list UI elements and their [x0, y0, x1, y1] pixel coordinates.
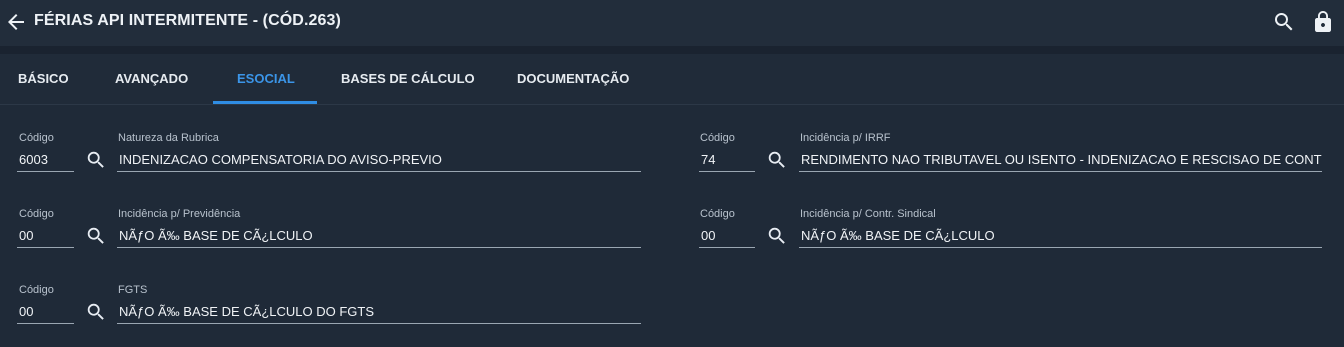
search-icon[interactable]	[1272, 10, 1296, 34]
natureza-desc-field[interactable]: INDENIZACAO COMPENSATORIA DO AVISO-PREVI…	[117, 150, 641, 172]
lock-icon[interactable]	[1311, 9, 1335, 35]
natureza-code-label: Código	[19, 132, 54, 144]
sindical-code-label: Código	[700, 208, 735, 220]
previdencia-code-field[interactable]: 00	[17, 226, 74, 248]
divider	[0, 46, 1344, 54]
natureza-search-icon[interactable]	[85, 149, 107, 171]
fgts-desc-label: FGTS	[118, 284, 148, 296]
tab-bases-de-calculo[interactable]: BASES DE CÁLCULO	[341, 54, 475, 104]
page-title: FÉRIAS API INTERMITENTE - (CÓD.263)	[34, 12, 341, 29]
irrf-search-icon[interactable]	[766, 149, 788, 171]
previdencia-desc-label: Incidência p/ Previdência	[118, 208, 241, 220]
tab-bar: BÁSICO AVANÇADO ESOCIAL BASES DE CÁLCULO…	[0, 54, 1344, 105]
natureza-code-field[interactable]: 6003	[17, 150, 74, 172]
sindical-code-field[interactable]: 00	[699, 226, 755, 248]
previdencia-search-icon[interactable]	[85, 225, 107, 247]
esocial-form: Código 6003 Natureza da Rubrica INDENIZA…	[0, 105, 1344, 347]
tab-avancado[interactable]: AVANÇADO	[115, 54, 188, 104]
sindical-desc-field[interactable]: NÃƒO Ã‰ BASE DE CÃ¿LCULO	[799, 226, 1322, 248]
fgts-desc-field[interactable]: NÃƒO Ã‰ BASE DE CÃ¿LCULO DO FGTS	[117, 302, 641, 324]
fgts-search-icon[interactable]	[85, 301, 107, 323]
previdencia-code-label: Código	[19, 208, 54, 220]
fgts-code-label: Código	[19, 284, 54, 296]
previdencia-desc-field[interactable]: NÃƒO Ã‰ BASE DE CÃ¿LCULO	[117, 226, 641, 248]
natureza-desc-label: Natureza da Rubrica	[118, 132, 219, 144]
tab-basico[interactable]: BÁSICO	[18, 54, 69, 104]
irrf-desc-label: Incidência p/ IRRF	[800, 132, 891, 144]
irrf-code-field[interactable]: 74	[699, 150, 755, 172]
active-tab-indicator	[213, 101, 317, 104]
tab-documentacao[interactable]: DOCUMENTAÇÃO	[517, 54, 629, 104]
sindical-search-icon[interactable]	[766, 225, 788, 247]
tab-esocial[interactable]: ESOCIAL	[237, 54, 295, 104]
fgts-code-field[interactable]: 00	[17, 302, 74, 324]
irrf-desc-field[interactable]: RENDIMENTO NAO TRIBUTAVEL OU ISENTO - IN…	[799, 150, 1322, 172]
irrf-code-label: Código	[700, 132, 735, 144]
sindical-desc-label: Incidência p/ Contr. Sindical	[800, 208, 936, 220]
back-arrow-icon[interactable]	[4, 10, 28, 34]
app-bar: FÉRIAS API INTERMITENTE - (CÓD.263)	[0, 0, 1344, 46]
